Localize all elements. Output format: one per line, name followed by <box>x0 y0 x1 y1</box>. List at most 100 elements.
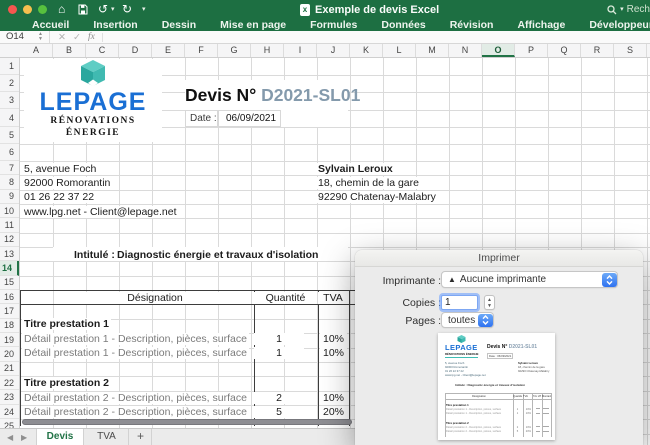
next-sheet-icon[interactable]: ▶ <box>21 433 27 442</box>
column-header-Q[interactable]: Q <box>548 44 581 57</box>
column-header-L[interactable]: L <box>383 44 416 57</box>
row-header-10[interactable]: 10 <box>0 204 19 219</box>
column-header-I[interactable]: I <box>284 44 317 57</box>
row-header-9[interactable]: 9 <box>0 190 19 204</box>
column-header-E[interactable]: E <box>152 44 185 57</box>
row-header-22[interactable]: 22 <box>0 376 19 391</box>
row-header-24[interactable]: 24 <box>0 405 19 420</box>
menu-item-affichage[interactable]: Affichage <box>517 19 565 31</box>
row-header-23[interactable]: 23 <box>0 391 19 405</box>
column-header-H[interactable]: H <box>251 44 284 57</box>
copies-stepper[interactable]: ▲ ▼ <box>484 295 495 310</box>
company-address-line: 5, avenue Foch <box>22 162 99 175</box>
undo-icon[interactable]: ↺ <box>98 1 108 18</box>
row-header-19[interactable]: 19 <box>0 333 19 348</box>
client-address-line: 18, chemin de la gare <box>316 176 421 189</box>
column-header-G[interactable]: G <box>218 44 251 57</box>
column-header-F[interactable]: F <box>185 44 218 57</box>
row-header-14[interactable]: 14 <box>0 261 19 276</box>
copies-input[interactable]: 1 <box>441 295 478 310</box>
column-header-B[interactable]: B <box>53 44 86 57</box>
row-header-4[interactable]: 4 <box>0 110 19 127</box>
add-sheet-button[interactable]: + <box>130 429 152 445</box>
column-header-P[interactable]: P <box>515 44 548 57</box>
row-header-16[interactable]: 16 <box>0 290 19 305</box>
close-window-button[interactable] <box>8 5 17 14</box>
row-headers: 1 2 3 4 5 6 7 8 9 10 11 12 13 14 15 16 17 18 19 20 21 22 23 24 2… <box>0 58 20 445</box>
menu-item-mise-en-page[interactable]: Mise en page <box>220 19 286 31</box>
undo-dropdown-icon[interactable]: ▾ <box>111 5 115 14</box>
horizontal-scrollbar[interactable] <box>22 419 352 425</box>
preview-logo-cube-icon <box>457 335 466 343</box>
column-header-C[interactable]: C <box>86 44 119 57</box>
column-header-D[interactable]: D <box>119 44 152 57</box>
toolbar-options-icon[interactable]: ▾ <box>142 5 146 14</box>
pages-select[interactable]: toutes <box>441 312 494 328</box>
column-header-S[interactable]: S <box>614 44 647 57</box>
name-box-stepper[interactable]: ▲ ▼ <box>38 32 43 42</box>
sheet-tab-devis[interactable]: Devis <box>36 429 84 445</box>
pages-select-arrows-icon <box>477 313 493 327</box>
column-header-J[interactable]: J <box>317 44 350 57</box>
print-dialog-titlebar: Imprimer <box>355 250 643 267</box>
quote-title-label: Devis N° <box>185 85 257 105</box>
formula-bar-divider <box>102 33 103 42</box>
confirm-entry-icon[interactable]: ✓ <box>73 31 81 44</box>
row-header-13[interactable]: 13 <box>0 247 19 262</box>
row-header-2[interactable]: 2 <box>0 75 19 93</box>
row-header-8[interactable]: 8 <box>0 175 19 190</box>
row-header-21[interactable]: 21 <box>0 362 19 377</box>
print-dialog: Imprimer Imprimante : ▲ Aucune imprimant… <box>355 250 643 445</box>
sheet-tab-tva[interactable]: TVA <box>85 429 129 445</box>
search-dropdown-icon[interactable]: ▾ <box>620 5 624 14</box>
logo-name: LEPAGE <box>39 88 147 116</box>
menu-item-dessin[interactable]: Dessin <box>162 19 196 31</box>
print-preview-page: LEPAGE RÉNOVATIONS ÉNERGIE Devis N° D202… <box>438 333 555 440</box>
cancel-entry-icon[interactable]: ✕ <box>58 31 66 44</box>
preview-quote-title: Devis N° D2021-SL01 <box>487 344 538 350</box>
column-header-M[interactable]: M <box>416 44 449 57</box>
zoom-window-button[interactable] <box>38 5 47 14</box>
column-header-R[interactable]: R <box>581 44 614 57</box>
search-field[interactable]: ▾ Rech <box>607 0 650 19</box>
row-header-3[interactable]: 3 <box>0 92 19 110</box>
menu-item-insertion[interactable]: Insertion <box>93 19 137 31</box>
redo-icon[interactable]: ↻ <box>122 1 132 18</box>
row-header-20[interactable]: 20 <box>0 348 19 362</box>
column-header-A[interactable]: A <box>20 44 53 57</box>
column-header-O[interactable]: O <box>482 44 515 57</box>
column-header-K[interactable]: K <box>350 44 383 57</box>
home-icon[interactable]: ⌂ <box>58 1 65 18</box>
row-header-15[interactable]: 15 <box>0 276 19 291</box>
row-header-7[interactable]: 7 <box>0 161 19 176</box>
row-header-6[interactable]: 6 <box>0 144 19 161</box>
row-header-1[interactable]: 1 <box>0 58 19 76</box>
menu-item-accueil[interactable]: Accueil <box>32 19 69 31</box>
row-header-18[interactable]: 18 <box>0 319 19 334</box>
printer-select-value: Aucune imprimante <box>459 274 547 285</box>
prev-sheet-icon[interactable]: ◀ <box>7 433 13 442</box>
menu-item-révision[interactable]: Révision <box>450 19 494 31</box>
formula-bar: O14 ▲ ▼ ✕ ✓ fx <box>0 31 650 44</box>
save-icon[interactable] <box>78 3 88 20</box>
row-header-5[interactable]: 5 <box>0 127 19 144</box>
quote-title: Devis N° D2021-SL01 <box>185 80 360 110</box>
menu-item-développeur[interactable]: Développeur <box>589 19 650 31</box>
client-address-line: 92290 Chatenay-Malabry <box>316 191 438 204</box>
insert-function-icon[interactable]: fx <box>88 31 95 44</box>
preview-company-address: 5, avenue Foch 92000 Romorantin 01 26 22 … <box>445 361 486 377</box>
row-header-11[interactable]: 11 <box>0 218 19 233</box>
table-row-tva: 10% <box>320 332 347 345</box>
company-logo: LEPAGE RÉNOVATIONS ÉNERGIE <box>24 59 162 142</box>
table-border <box>348 290 350 427</box>
pages-label: Pages : <box>405 315 441 327</box>
row-header-17[interactable]: 17 <box>0 304 19 319</box>
menu-item-données[interactable]: Données <box>381 19 425 31</box>
table-row-tva: 10% <box>320 347 347 359</box>
printer-select[interactable]: ▲ Aucune imprimante <box>441 271 618 288</box>
stepper-down-icon[interactable]: ▼ <box>485 303 494 309</box>
row-header-12[interactable]: 12 <box>0 233 19 247</box>
column-header-N[interactable]: N <box>449 44 482 57</box>
minimize-window-button[interactable] <box>23 5 32 14</box>
menu-item-formules[interactable]: Formules <box>310 19 357 31</box>
